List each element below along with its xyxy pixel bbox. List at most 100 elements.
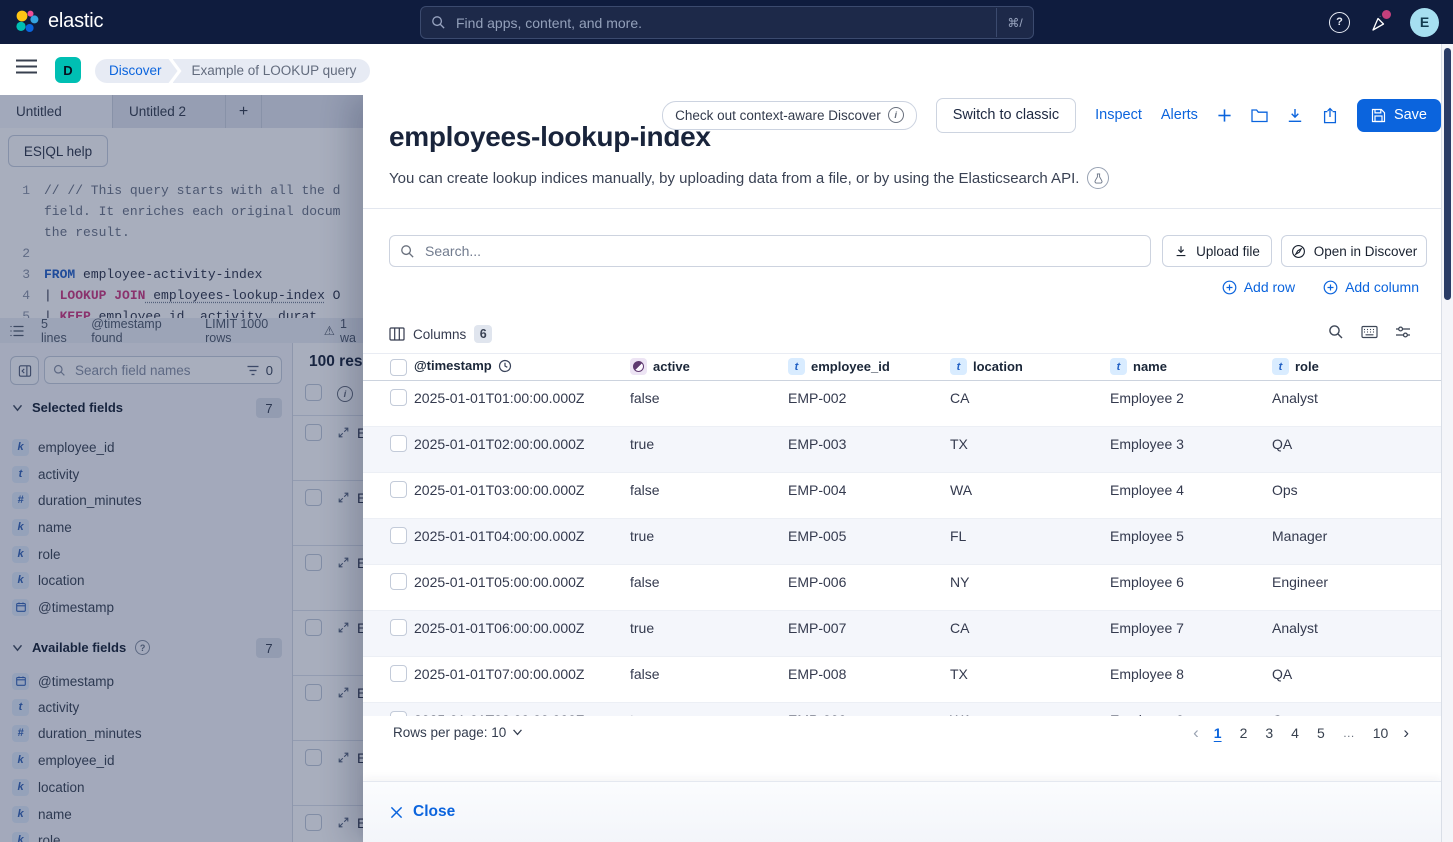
save-icon xyxy=(1371,108,1386,123)
plus-circle-icon xyxy=(1323,280,1338,295)
switch-to-classic-button[interactable]: Switch to classic xyxy=(936,98,1076,133)
download-icon[interactable] xyxy=(1287,108,1303,123)
global-search-input[interactable] xyxy=(454,14,996,32)
table-header-row: @timestamp active t employee_id t locati… xyxy=(363,353,1441,381)
page-10[interactable]: 10 xyxy=(1364,725,1398,741)
tech-preview-beaker-icon xyxy=(1087,167,1109,189)
scrollbar-thumb[interactable] xyxy=(1444,48,1451,300)
breadcrumb-current: Example of LOOKUP query xyxy=(173,59,371,83)
chevron-down-icon xyxy=(512,729,523,736)
header-actions: ? E xyxy=(1329,0,1439,44)
table-row[interactable]: 2025-01-01T04:00:00.000ZtrueEMP-005FLEmp… xyxy=(363,519,1441,565)
breadcrumb-discover[interactable]: Discover xyxy=(95,59,178,83)
pagination-bar: Rows per page: 10 ‹ 1 2 3 4 5 … 10 › xyxy=(363,716,1441,756)
brand-wordmark: elastic xyxy=(48,10,103,33)
info-icon: i xyxy=(888,107,904,123)
menu-icon[interactable] xyxy=(16,59,37,74)
column-header-employee-id[interactable]: t employee_id xyxy=(788,358,890,375)
rows-per-page-control[interactable]: Rows per page: 10 xyxy=(393,725,523,740)
column-header-active[interactable]: active xyxy=(630,358,690,375)
flyout-search[interactable] xyxy=(389,235,1151,267)
columns-grid-icon xyxy=(389,327,405,341)
columns-control[interactable]: Columns 6 xyxy=(389,325,492,343)
new-session-icon[interactable] xyxy=(1217,108,1232,123)
alerts-link[interactable]: Alerts xyxy=(1161,107,1198,123)
boolean-token-icon xyxy=(630,358,647,375)
open-in-discover-button[interactable]: Open in Discover xyxy=(1281,235,1427,267)
upload-file-button[interactable]: Upload file xyxy=(1162,235,1272,267)
text-token-icon: t xyxy=(1110,358,1127,375)
column-header-location[interactable]: t location xyxy=(950,358,1023,375)
add-row-button[interactable]: Add row xyxy=(1222,279,1295,295)
table-row[interactable]: 2025-01-01T02:00:00.000ZtrueEMP-003TXEmp… xyxy=(363,427,1441,473)
context-aware-banner-label: Check out context-aware Discover xyxy=(675,108,881,123)
table-row[interactable]: 2025-01-01T05:00:00.000ZfalseEMP-006NYEm… xyxy=(363,565,1441,611)
page-1[interactable]: 1 xyxy=(1205,725,1231,741)
search-icon xyxy=(421,15,454,30)
page-2[interactable]: 2 xyxy=(1231,725,1257,741)
page-ellipsis: … xyxy=(1334,726,1364,740)
app-screen: elastic ⌘/ ? E D xyxy=(0,0,1453,842)
next-page-button[interactable]: › xyxy=(1397,723,1415,743)
table-body: 2025-01-01T01:00:00.000ZfalseEMP-002CAEm… xyxy=(363,381,1441,716)
space-avatar[interactable]: D xyxy=(55,57,81,83)
elastic-logo-icon[interactable] xyxy=(14,9,40,35)
overlay-mask[interactable] xyxy=(0,95,363,842)
column-header-name[interactable]: t name xyxy=(1110,358,1167,375)
table-row[interactable]: 2025-01-01T03:00:00.000ZfalseEMP-004WAEm… xyxy=(363,473,1441,519)
page-5[interactable]: 5 xyxy=(1308,725,1334,741)
row-checkbox[interactable] xyxy=(390,435,407,452)
prev-page-button[interactable]: ‹ xyxy=(1187,723,1205,743)
lookup-index-flyout: employees-lookup-index You can create lo… xyxy=(363,95,1441,842)
row-checkbox[interactable] xyxy=(390,527,407,544)
help-icon[interactable]: ? xyxy=(1329,12,1350,33)
flyout-search-input[interactable] xyxy=(423,242,1140,260)
row-checkbox[interactable] xyxy=(390,481,407,498)
display-options-icon[interactable] xyxy=(1395,324,1411,340)
global-search[interactable]: ⌘/ xyxy=(420,6,1034,39)
save-label: Save xyxy=(1394,107,1427,123)
page-scrollbar[interactable] xyxy=(1441,44,1453,842)
app-toolbar: D Discover Example of LOOKUP query Check… xyxy=(0,44,1453,95)
open-sessions-icon[interactable] xyxy=(1251,108,1268,123)
keyboard-shortcuts-icon[interactable] xyxy=(1361,325,1378,339)
row-checkbox[interactable] xyxy=(390,619,407,636)
row-checkbox[interactable] xyxy=(390,573,407,590)
text-token-icon: t xyxy=(1272,358,1289,375)
save-button[interactable]: Save xyxy=(1357,99,1441,132)
upload-icon xyxy=(1174,244,1188,258)
share-icon[interactable] xyxy=(1322,107,1338,124)
divider xyxy=(363,208,1441,209)
row-checkbox[interactable] xyxy=(390,665,407,682)
page-numbers: ‹ 1 2 3 4 5 … 10 › xyxy=(1187,723,1415,743)
flyout-description: You can create lookup indices manually, … xyxy=(389,167,1109,189)
global-header: elastic ⌘/ ? E xyxy=(0,0,1453,44)
table-row[interactable]: 2025-01-01T07:00:00.000ZfalseEMP-008TXEm… xyxy=(363,657,1441,703)
search-shortcut-badge: ⌘/ xyxy=(996,8,1033,37)
select-all-checkbox[interactable] xyxy=(390,359,407,376)
row-checkbox[interactable] xyxy=(390,389,407,406)
table-edit-actions: Add row Add column xyxy=(1222,279,1419,295)
table-row[interactable]: 2025-01-01T01:00:00.000ZfalseEMP-002CAEm… xyxy=(363,381,1441,427)
column-header-role[interactable]: t role xyxy=(1272,358,1319,375)
text-token-icon: t xyxy=(950,358,967,375)
table-row[interactable]: 2025-01-01T08:00:00.000ZtrueEMP-009WAEmp… xyxy=(363,703,1441,716)
page-3[interactable]: 3 xyxy=(1256,725,1282,741)
column-header-timestamp[interactable]: @timestamp xyxy=(414,358,512,373)
grid-search-icon[interactable] xyxy=(1328,324,1344,340)
user-avatar[interactable]: E xyxy=(1410,8,1439,37)
context-aware-banner-button[interactable]: Check out context-aware Discover i xyxy=(662,101,917,130)
search-icon xyxy=(400,244,415,259)
clock-icon xyxy=(498,359,512,373)
page-4[interactable]: 4 xyxy=(1282,725,1308,741)
discover-compass-icon xyxy=(1291,244,1306,259)
close-flyout-button[interactable]: Close xyxy=(390,803,455,821)
newsfeed-icon[interactable] xyxy=(1369,11,1391,33)
notification-dot xyxy=(1380,8,1393,21)
text-token-icon: t xyxy=(788,358,805,375)
inspect-link[interactable]: Inspect xyxy=(1095,107,1142,123)
add-column-button[interactable]: Add column xyxy=(1323,279,1419,295)
grid-toolbar-icons xyxy=(1328,324,1411,340)
close-icon xyxy=(390,806,403,819)
table-row[interactable]: 2025-01-01T06:00:00.000ZtrueEMP-007CAEmp… xyxy=(363,611,1441,657)
